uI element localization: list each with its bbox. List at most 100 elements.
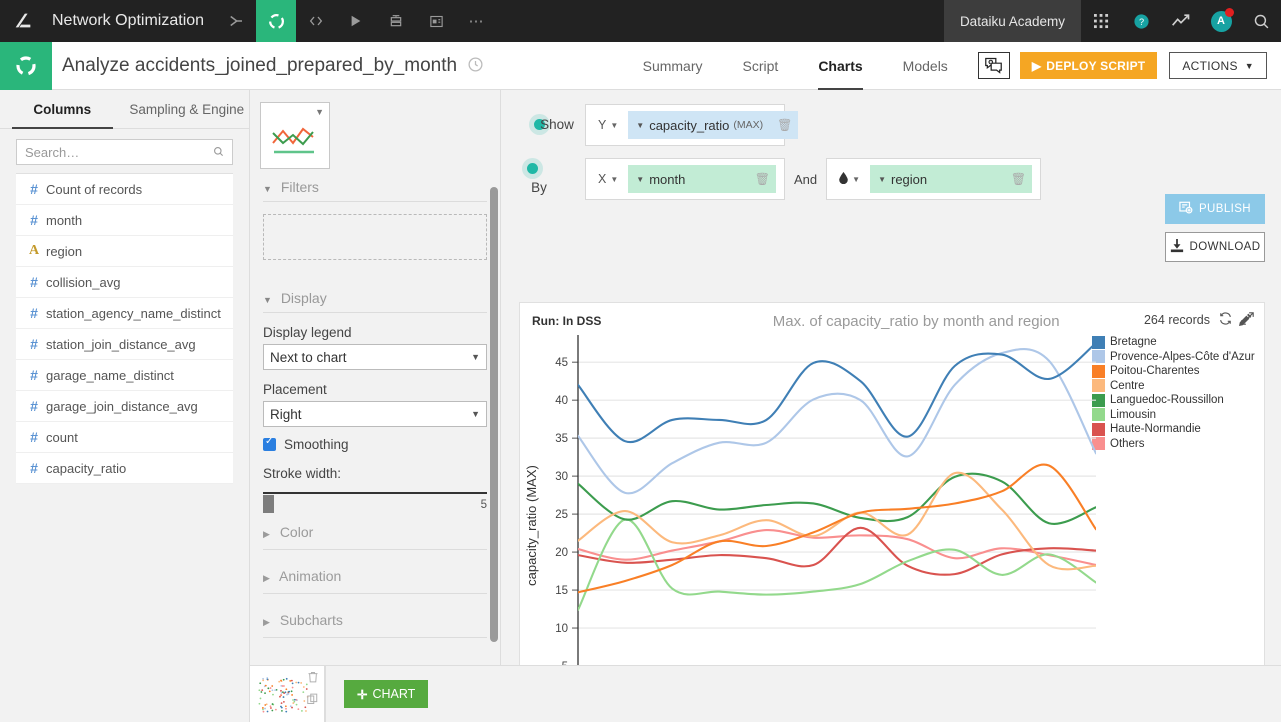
svg-text:15: 15 <box>555 585 568 597</box>
filters-section-header[interactable]: ▼ Filters <box>263 169 487 202</box>
chevron-down-icon: ▼ <box>610 175 618 184</box>
search-icon[interactable] <box>1241 0 1281 42</box>
dashboard-icon[interactable] <box>416 0 456 42</box>
x-axis-dropzone[interactable]: X ▼ ▼ month 🗑 <box>585 158 785 200</box>
dataiku-logo[interactable] <box>0 0 46 42</box>
delete-icon[interactable]: 🗑 <box>741 172 770 186</box>
smoothing-checkbox-row[interactable]: Smoothing <box>263 437 487 452</box>
number-type-icon: # <box>22 367 46 383</box>
color-type-selector[interactable]: ▼ <box>835 172 870 187</box>
stroke-width-slider[interactable]: 1 5 <box>263 492 487 511</box>
jobs-icon[interactable] <box>376 0 416 42</box>
apps-grid-icon[interactable] <box>1081 0 1121 42</box>
legend-item[interactable]: Haute-Normandie <box>1092 422 1258 437</box>
chart-plot[interactable]: 051015202530354045123456789101112monthca… <box>520 329 1100 722</box>
avatar[interactable]: A <box>1201 0 1241 42</box>
color-dimension-dropzone[interactable]: ▼ ▼ region 🗑 <box>826 158 1041 200</box>
chart-type-selector[interactable]: ▼ <box>260 102 330 169</box>
search-input[interactable]: Search… <box>16 139 233 165</box>
refresh-icon[interactable] <box>1219 312 1232 328</box>
column-item[interactable]: #station_join_distance_avg <box>16 329 233 360</box>
tab-columns[interactable]: Columns <box>0 90 125 128</box>
show-radio[interactable]: Show <box>511 119 567 132</box>
tab-script[interactable]: Script <box>723 42 799 90</box>
global-top-bar: Network Optimization ⋯ Dataiku Academy ?… <box>0 0 1281 42</box>
y-measure-pill[interactable]: ▼ capacity_ratio (MAX) 🗑 <box>628 111 798 139</box>
delete-icon[interactable] <box>302 670 324 689</box>
by-radio[interactable]: By <box>511 163 567 195</box>
column-item[interactable]: #garage_name_distinct <box>16 360 233 391</box>
flow-icon[interactable] <box>216 0 256 42</box>
y-axis-dropzone[interactable]: Y ▼ ▼ capacity_ratio (MAX) 🗑 <box>585 104 785 146</box>
subcharts-section-header[interactable]: ▶ Subcharts <box>263 612 487 638</box>
y-axis-selector[interactable]: Y ▼ <box>594 118 628 132</box>
code-icon[interactable] <box>296 0 336 42</box>
more-icon[interactable]: ⋯ <box>456 0 496 42</box>
svg-text:30: 30 <box>555 471 568 483</box>
chevron-down-icon: ▼ <box>878 175 886 184</box>
and-label: And <box>785 172 826 187</box>
column-item[interactable]: #month <box>16 205 233 236</box>
expand-icon[interactable] <box>1241 312 1254 328</box>
academy-label[interactable]: Dataiku Academy <box>944 0 1081 42</box>
tab-sampling-engine[interactable]: Sampling & Engine <box>125 90 250 128</box>
run-icon[interactable] <box>336 0 376 42</box>
status-icon[interactable] <box>467 56 484 76</box>
deploy-script-button[interactable]: ▶ DEPLOY SCRIPT <box>1020 52 1158 79</box>
column-item[interactable]: #count <box>16 422 233 453</box>
thumbnail-actions <box>302 670 324 711</box>
color-section-header[interactable]: ▶ Color <box>263 524 487 550</box>
animation-section-header[interactable]: ▶ Animation <box>263 568 487 594</box>
column-item[interactable]: Aregion <box>16 236 233 267</box>
delete-icon[interactable]: 🗑 <box>997 172 1026 186</box>
tab-models[interactable]: Models <box>883 42 968 90</box>
placement-select[interactable]: Right ▼ <box>263 401 487 427</box>
options-scrollbar[interactable] <box>490 187 498 642</box>
column-item[interactable]: #station_agency_name_distinct <box>16 298 233 329</box>
color-field-pill[interactable]: ▼ region 🗑 <box>870 165 1032 193</box>
triangle-right-icon: ▶ <box>263 617 270 627</box>
page-title[interactable]: Analyze accidents_joined_prepared_by_mon… <box>52 55 457 77</box>
legend-item[interactable]: Languedoc-Roussillon <box>1092 393 1258 408</box>
display-legend-label: Display legend <box>263 325 487 340</box>
filters-dropzone[interactable] <box>263 214 487 260</box>
duplicate-icon[interactable] <box>302 692 324 711</box>
x-dimension-pill[interactable]: ▼ month 🗑 <box>628 165 776 193</box>
column-item[interactable]: #garage_join_distance_avg <box>16 391 233 422</box>
legend-item[interactable]: Limousin <box>1092 408 1258 423</box>
tab-charts[interactable]: Charts <box>798 42 882 90</box>
column-name: garage_join_distance_avg <box>46 399 198 414</box>
legend-item[interactable]: Bretagne <box>1092 335 1258 350</box>
legend-item[interactable]: Poitou-Charentes <box>1092 364 1258 379</box>
download-button[interactable]: DOWNLOAD <box>1165 232 1265 262</box>
display-label: Display <box>281 290 327 306</box>
legend-label: Provence-Alpes-Côte d'Azur <box>1110 351 1255 363</box>
column-item[interactable]: #Count of records <box>16 174 233 205</box>
left-panel-tabs: Columns Sampling & Engine <box>0 90 249 129</box>
legend-item[interactable]: Others <box>1092 437 1258 452</box>
run-label: Run: In DSS <box>532 314 601 328</box>
dataset-icon[interactable] <box>256 0 296 42</box>
actions-button[interactable]: ACTIONS ▼ <box>1169 52 1267 79</box>
slider-handle[interactable] <box>263 495 274 513</box>
smoothing-checkbox[interactable] <box>263 438 276 451</box>
project-title[interactable]: Network Optimization <box>46 12 216 30</box>
column-item[interactable]: #collision_avg <box>16 267 233 298</box>
legend-item[interactable]: Provence-Alpes-Côte d'Azur <box>1092 350 1258 365</box>
svg-text:20: 20 <box>555 547 568 559</box>
column-item[interactable]: #capacity_ratio <box>16 453 233 484</box>
discussions-icon[interactable] <box>978 52 1010 79</box>
delete-icon[interactable]: 🗑 <box>763 118 792 132</box>
publish-button[interactable]: PUBLISH <box>1165 194 1265 224</box>
trend-icon[interactable] <box>1161 0 1201 42</box>
add-chart-button[interactable]: ✛ CHART <box>344 680 428 708</box>
legend-item[interactable]: Centre <box>1092 379 1258 394</box>
display-legend-select[interactable]: Next to chart ▼ <box>263 344 487 370</box>
display-section-header[interactable]: ▼ Display <box>263 280 487 313</box>
tab-summary[interactable]: Summary <box>623 42 723 90</box>
by-label: By <box>531 180 547 195</box>
help-icon[interactable]: ? <box>1121 0 1161 42</box>
x-axis-selector[interactable]: X ▼ <box>594 172 628 186</box>
chart-thumbnail[interactable] <box>250 666 325 722</box>
y-field-name: capacity_ratio <box>649 118 729 133</box>
